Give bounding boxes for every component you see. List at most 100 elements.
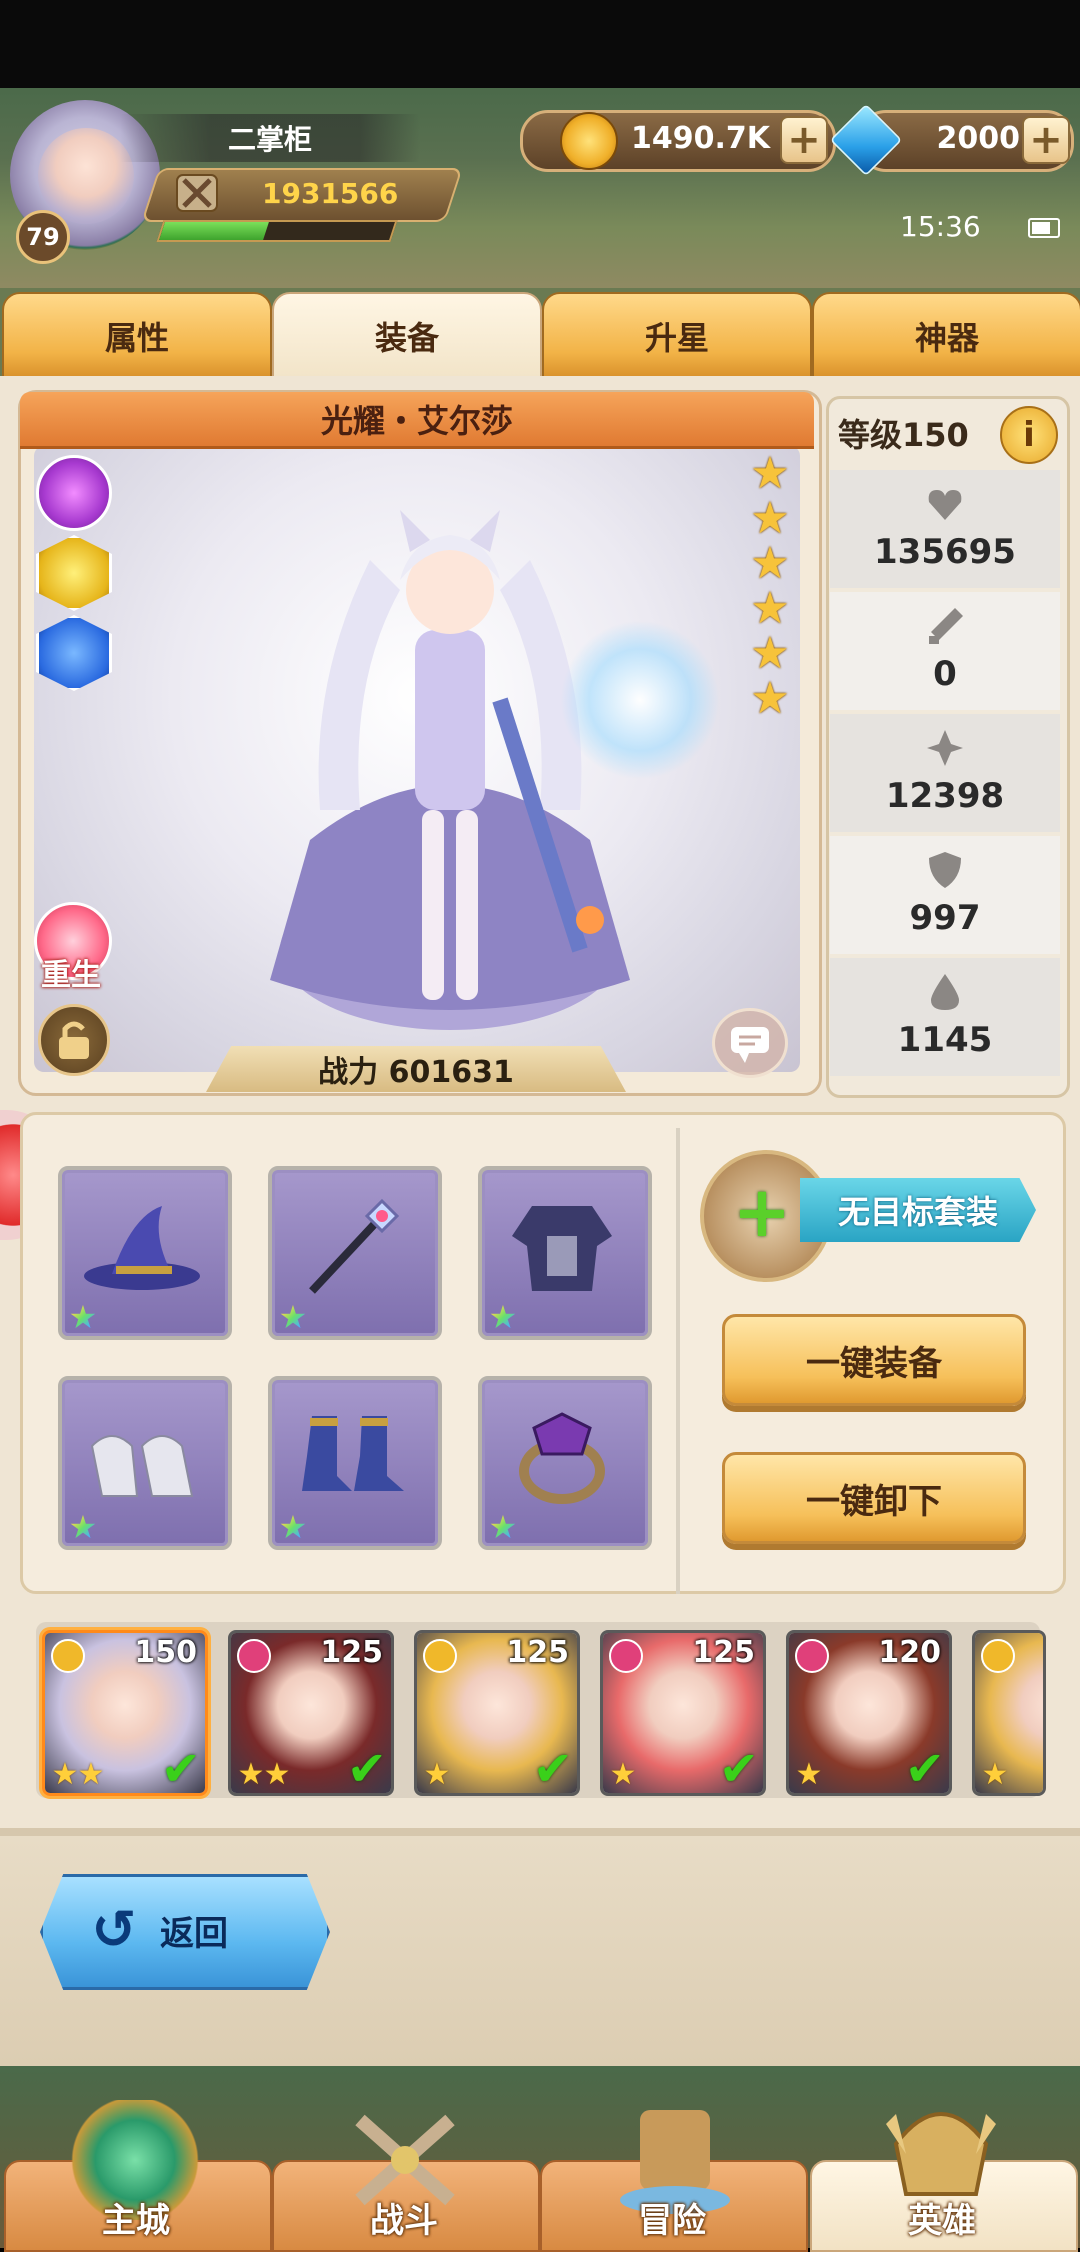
rebirth-label[interactable]: 重生 (26, 950, 116, 993)
hero-card-star-icon: ★ (77, 1757, 105, 1792)
equipment-star-icon: ★ (276, 1300, 310, 1334)
hero-card-level: 125 (692, 1635, 755, 1670)
stat-value: 12398 (885, 776, 1005, 816)
crossed-swords-icon (176, 174, 218, 212)
sword-icon (929, 608, 963, 644)
stat-row-defense: 997 (830, 836, 1060, 954)
back-label[interactable]: 返回 (160, 1900, 260, 1960)
star-icon: ★ (750, 583, 790, 634)
nav-label[interactable]: 战斗 (272, 2196, 536, 2246)
equipment-star-icon: ★ (486, 1300, 520, 1334)
stat-row-magic-defense: 1145 (830, 958, 1060, 1076)
stat-row-magic-attack: 12398 (830, 714, 1060, 832)
nav-label[interactable]: 英雄 (810, 2196, 1074, 2246)
shield-icon (929, 852, 961, 888)
ring-icon (519, 1412, 605, 1504)
deployed-check-icon: ✔ (160, 1741, 201, 1796)
hero-power: 战力 601631 (206, 1046, 626, 1092)
hero-card-star-icon: ★ (263, 1757, 291, 1792)
heart-icon (928, 490, 962, 520)
equipment-divider (676, 1128, 680, 1594)
nav-label[interactable]: 冒险 (540, 2196, 804, 2246)
equipment-star-icon: ★ (66, 1510, 100, 1544)
hero-card[interactable]: ★ (972, 1630, 1046, 1796)
add-suit-icon[interactable]: + (730, 1177, 794, 1247)
class-badge-icon (51, 1639, 85, 1673)
gold-amount: 1490.7K (630, 120, 770, 156)
star-icon: ★ (750, 628, 790, 679)
player-level-badge: 79 (16, 210, 70, 264)
deployed-check-icon: ✔ (904, 1741, 945, 1796)
back-arrow-icon[interactable]: ↺ (84, 1900, 144, 1960)
nav-label[interactable]: 主城 (4, 2196, 268, 2246)
status-bar (0, 0, 1080, 88)
tab-artifact[interactable]: 神器 (812, 292, 1080, 380)
drop-icon (931, 974, 959, 1010)
equipment-star-icon: ★ (486, 1510, 520, 1544)
hero-card-level: 150 (134, 1635, 197, 1670)
star-icon: ★ (750, 448, 790, 499)
equipment-slot-helmet[interactable]: ★ (58, 1166, 232, 1340)
equipment-slot-gloves[interactable]: ★ (58, 1376, 232, 1550)
hero-level: 等级150 (838, 416, 969, 454)
hero-card-level: 125 (320, 1635, 383, 1670)
tab-equipment[interactable]: 装备 (272, 292, 542, 380)
xp-bar (156, 220, 398, 242)
equipment-slot-ring[interactable]: ★ (478, 1376, 652, 1550)
equipment-star-icon: ★ (276, 1510, 310, 1544)
hero-card[interactable]: 120 ★ ✔ (786, 1630, 952, 1796)
weapon-glow (560, 620, 720, 780)
hero-card[interactable]: 150 ★ ★ ✔ (42, 1630, 208, 1796)
player-name: 二掌柜 (120, 114, 420, 162)
hero-helmet-icon[interactable] (876, 2084, 1006, 2214)
armor-icon (512, 1206, 612, 1291)
battery-level (1032, 222, 1050, 234)
hero-card-star-icon: ★ (795, 1757, 823, 1792)
class-badge-icon (609, 1639, 643, 1673)
deployed-check-icon: ✔ (718, 1741, 759, 1796)
equipment-slot-boots[interactable]: ★ (268, 1376, 442, 1550)
divider (0, 1828, 1080, 1836)
tab-star-up[interactable]: 升星 (542, 292, 812, 380)
hero-card-level: 120 (878, 1635, 941, 1670)
hero-card[interactable]: 125 ★ ✔ (600, 1630, 766, 1796)
stat-row-attack: 0 (830, 592, 1060, 710)
gloves-icon (90, 1435, 194, 1497)
deployed-check-icon: ✔ (346, 1741, 387, 1796)
lock-icon[interactable] (38, 1004, 110, 1076)
hero-card-star-icon: ★ (609, 1757, 637, 1792)
player-power-value: 1931566 (262, 176, 399, 210)
hero-card[interactable]: 125 ★ ★ ✔ (228, 1630, 394, 1796)
clock: 15:36 (900, 209, 981, 243)
lock-glyph (59, 1021, 89, 1059)
class-badge-icon (237, 1639, 271, 1673)
stat-value: 0 (933, 654, 957, 694)
skill-wand-icon[interactable] (36, 455, 112, 531)
gem-amount: 2000 (936, 120, 1021, 156)
class-badge-icon (981, 1639, 1015, 1673)
equipment-slot-weapon[interactable]: ★ (268, 1166, 442, 1340)
star-icon: ★ (750, 538, 790, 589)
unequip-all-button[interactable]: 一键卸下 (722, 1452, 1026, 1544)
stat-row-hp: 135695 (830, 470, 1060, 588)
add-gems-button[interactable]: + (1022, 116, 1070, 164)
hero-card-level: 125 (506, 1635, 569, 1670)
info-button[interactable]: i (1000, 406, 1058, 464)
equip-all-button[interactable]: 一键装备 (722, 1314, 1026, 1406)
suit-banner[interactable]: 无目标套装 (800, 1178, 1036, 1242)
add-gold-button[interactable]: + (780, 116, 828, 164)
stat-value: 997 (909, 898, 981, 938)
hero-card-star-icon: ★ (981, 1757, 1009, 1792)
chat-icon[interactable] (712, 1008, 788, 1078)
equipment-slot-armor[interactable]: ★ (478, 1166, 652, 1340)
deployed-check-icon: ✔ (532, 1741, 573, 1796)
class-badge-icon (795, 1639, 829, 1673)
class-badge-icon (423, 1639, 457, 1673)
hero-card-star-icon: ★ (423, 1757, 451, 1792)
staff-icon (309, 1198, 400, 1294)
star-icon: ★ (750, 493, 790, 544)
tab-attributes[interactable]: 属性 (2, 292, 272, 380)
hero-card[interactable]: 125 ★ ✔ (414, 1630, 580, 1796)
hero-name: 光耀・艾尔莎 (20, 392, 814, 449)
wizard-hat-icon (84, 1206, 200, 1290)
